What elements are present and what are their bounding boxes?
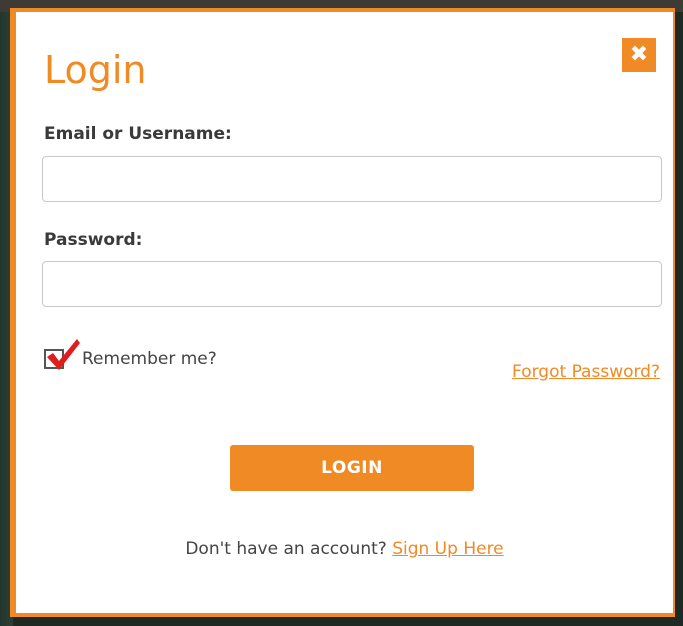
remember-me-row: Remember me? (44, 339, 217, 370)
email-field[interactable] (42, 156, 662, 202)
close-button[interactable]: ✖ (622, 38, 656, 72)
email-label: Email or Username: (44, 124, 232, 144)
password-field[interactable] (42, 261, 662, 307)
password-label: Password: (44, 230, 143, 250)
signup-prompt: Don't have an account? (185, 539, 387, 559)
remember-me-label: Remember me? (82, 349, 217, 369)
signup-link[interactable]: Sign Up Here (392, 539, 503, 559)
login-button[interactable]: LOGIN (230, 445, 474, 491)
login-dialog: ✖ Login Email or Username: Password: Rem… (10, 8, 675, 617)
checkmark-icon (47, 339, 80, 370)
forgot-password-link[interactable]: Forgot Password? (512, 362, 660, 382)
remember-me-checkbox[interactable] (44, 339, 80, 370)
close-icon: ✖ (629, 42, 649, 67)
dialog-title: Login (44, 48, 147, 92)
signup-row: Don't have an account? Sign Up Here (16, 539, 673, 559)
